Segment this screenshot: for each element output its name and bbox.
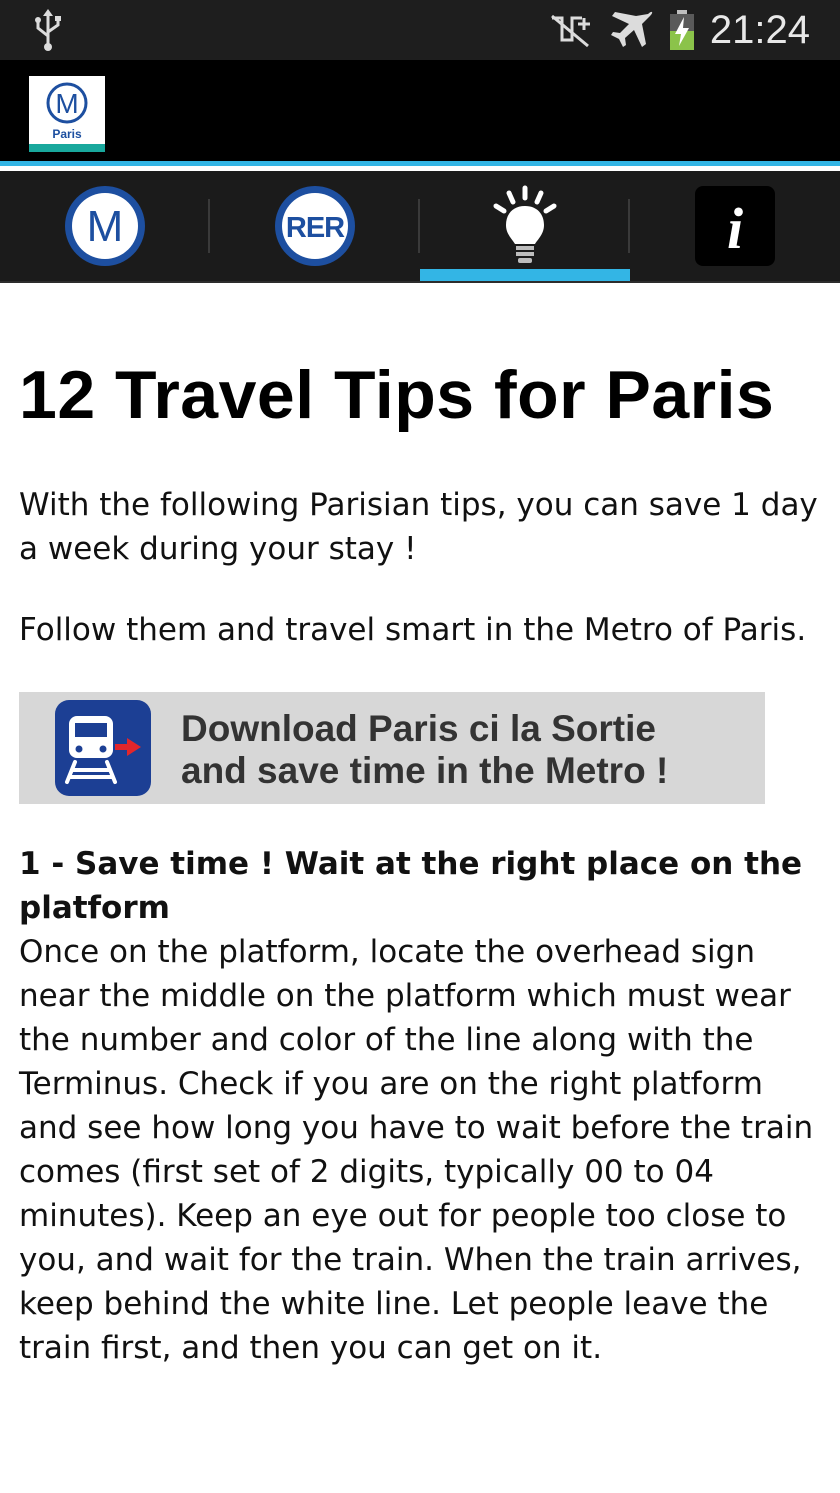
rer-icon: RER xyxy=(275,186,355,266)
status-icons: 21:24 xyxy=(548,0,810,60)
paris-metro-logo-icon: M Paris xyxy=(46,82,88,141)
svg-text:Paris: Paris xyxy=(52,127,82,141)
action-bar: M Paris xyxy=(0,60,840,166)
tips-content: 12 Travel Tips for Paris With the follow… xyxy=(19,283,819,1370)
banner-text: Download Paris ci la Sortie and save tim… xyxy=(181,708,668,792)
lightbulb-icon xyxy=(493,185,557,263)
intro-text-2: Follow them and travel smart in the Metr… xyxy=(19,612,807,648)
tab-tips[interactable] xyxy=(420,171,630,281)
clock: 21:24 xyxy=(709,7,810,52)
tab-rer[interactable]: RER xyxy=(210,171,420,281)
svg-text:M: M xyxy=(55,88,78,119)
tab-bar: M RER i xyxy=(0,171,840,283)
svg-text:i: i xyxy=(727,196,743,261)
info-icon: i xyxy=(695,186,775,266)
metro-icon: M xyxy=(65,186,145,266)
train-exit-icon xyxy=(55,700,151,796)
intro-text: With the following Parisian tips, you ca… xyxy=(19,487,818,567)
no-signal-icon xyxy=(550,14,590,48)
svg-text:M: M xyxy=(87,202,124,251)
svg-text:RER: RER xyxy=(286,212,345,244)
tab-metro[interactable]: M xyxy=(0,171,210,281)
banner-line-1: Download Paris ci la Sortie xyxy=(181,708,656,749)
status-bar: 21:24 xyxy=(0,0,840,60)
banner-line-2: and save time in the Metro ! xyxy=(181,750,669,791)
usb-icon xyxy=(35,9,61,51)
airplane-mode-icon xyxy=(610,11,653,47)
download-app-banner[interactable]: Download Paris ci la Sortie and save tim… xyxy=(19,692,765,804)
tip-1-heading: 1 - Save time ! Wait at the right place … xyxy=(19,846,803,926)
battery-charging-icon xyxy=(669,10,694,50)
page-title: 12 Travel Tips for Paris xyxy=(19,357,775,433)
tip-1-body: Once on the platform, locate the overhea… xyxy=(19,934,814,1366)
tab-info[interactable]: i xyxy=(630,171,840,281)
app-logo[interactable]: M Paris xyxy=(29,76,105,152)
